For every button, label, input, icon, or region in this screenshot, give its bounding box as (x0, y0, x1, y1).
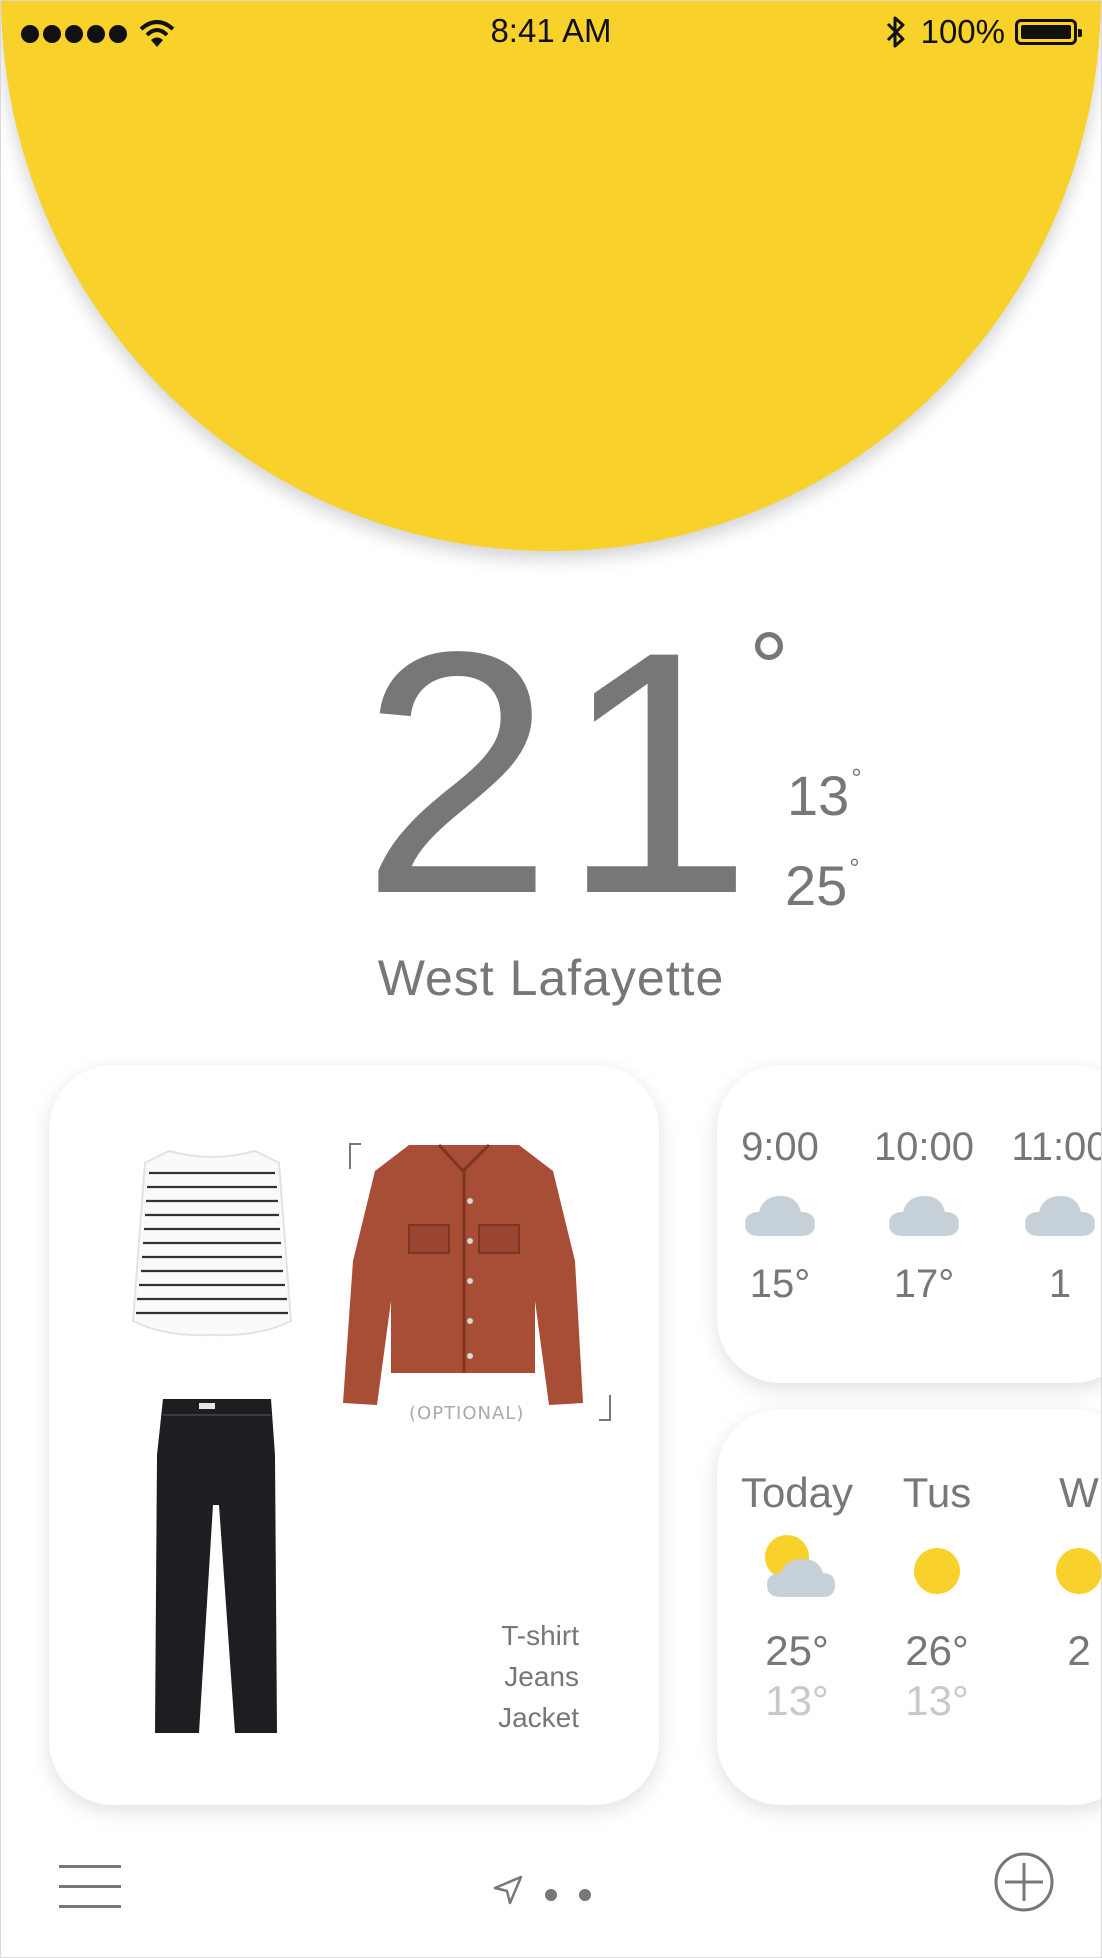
outfit-item: Jacket (498, 1702, 579, 1733)
daily-low: 13° (905, 1677, 969, 1724)
sun-graphic (1, 1, 1101, 551)
daily-high: 26° (905, 1627, 969, 1674)
cloud-icon (889, 1196, 959, 1236)
daily-high: 25° (765, 1627, 829, 1674)
daily-high: 2 (1067, 1627, 1091, 1674)
high-temperature-value: 25 (785, 854, 848, 917)
daily-forecast-card[interactable]: Today 25° 13° Tus 26° 13° W 2 (717, 1409, 1101, 1805)
low-temperature-value: 13 (787, 764, 850, 827)
menu-icon[interactable] (59, 1865, 121, 1909)
optional-bracket-bottom (599, 1395, 611, 1421)
high-temperature: 25° (785, 853, 860, 918)
current-degree-symbol: ° (749, 612, 789, 724)
outfit-item: Jeans (504, 1661, 579, 1692)
high-degree-symbol: ° (849, 853, 860, 883)
battery-icon (1015, 19, 1082, 45)
daily-day: Tus (902, 1469, 972, 1516)
add-icon[interactable] (993, 1851, 1055, 1913)
daily-day: Today (740, 1469, 854, 1516)
city-name: West Lafayette (377, 950, 725, 1006)
hourly-time: 9:00 (741, 1125, 819, 1169)
cloud-icon (1025, 1196, 1095, 1236)
low-temperature: 13° (787, 763, 862, 828)
daily-low: 13° (765, 1677, 829, 1724)
app-screen: 8:41 AM 100% 21 ° 13° 25° West Lafayette (0, 0, 1102, 1958)
daily-item: W 2 (1009, 1469, 1101, 1677)
optional-label: (OPTIONAL) (409, 1403, 525, 1424)
outfit-card[interactable]: (OPTIONAL) T-shirt Jeans Jacket (49, 1065, 659, 1805)
tshirt-image (131, 1149, 293, 1337)
hourly-item: 11:00 1 (995, 1125, 1102, 1307)
page-dot[interactable] (579, 1889, 591, 1901)
sun-icon (1056, 1548, 1101, 1594)
bluetooth-icon (886, 16, 905, 48)
hourly-item: 9:00 15° (715, 1125, 845, 1307)
hourly-forecast-card[interactable]: 9:00 15° 10:00 17° 11:00 1 (715, 1065, 1102, 1383)
partly-cloudy-icon (765, 1535, 835, 1597)
cloud-icon (745, 1196, 815, 1236)
status-right: 100% (885, 13, 1082, 51)
hourly-time: 10:00 (873, 1125, 975, 1169)
jacket-image (343, 1143, 583, 1405)
outfit-item: T-shirt (501, 1620, 579, 1651)
location-arrow-icon[interactable] (493, 1875, 523, 1905)
low-degree-symbol: ° (851, 763, 862, 793)
hourly-temp: 17° (893, 1262, 955, 1306)
hourly-temp: 15° (749, 1262, 811, 1306)
bottom-bar (1, 1841, 1101, 1941)
sun-icon (914, 1548, 960, 1594)
hourly-temp: 1 (1048, 1262, 1072, 1306)
hourly-item: 10:00 17° (859, 1125, 989, 1307)
status-bar: 8:41 AM 100% (1, 1, 1101, 65)
hourly-time: 11:00 (1011, 1125, 1102, 1169)
current-temperature: 21 (361, 581, 761, 966)
jeans-image (155, 1399, 277, 1733)
daily-item: Today 25° 13° (727, 1469, 867, 1725)
outfit-list: T-shirt Jeans Jacket (498, 1615, 579, 1738)
daily-day: W (1059, 1469, 1099, 1516)
daily-item: Tus 26° 13° (867, 1469, 1007, 1725)
battery-percent: 100% (920, 13, 1005, 50)
page-dot-active[interactable] (545, 1889, 557, 1901)
